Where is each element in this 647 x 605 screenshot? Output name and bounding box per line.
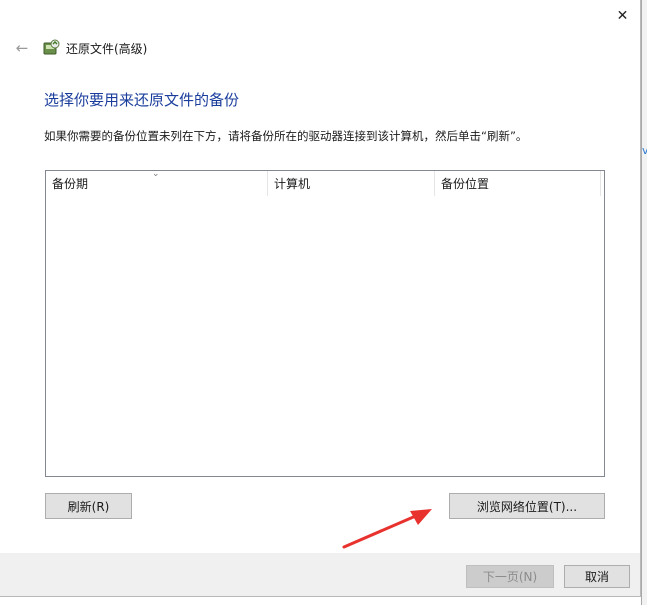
refresh-button[interactable]: 刷新(R) <box>45 493 132 519</box>
back-button[interactable]: ← <box>12 38 32 58</box>
background-window-border <box>641 0 642 605</box>
restore-files-dialog: ✕ ← 还原文件(高级) 选择你要用来还原文件的备份 如果你需要的备份位置未列在… <box>0 0 641 597</box>
next-page-button[interactable]: 下一页(N) <box>466 565 554 588</box>
background-window: v <box>641 0 647 605</box>
column-header-computer[interactable]: 计算机 <box>268 171 435 196</box>
column-header-label: 计算机 <box>274 177 311 191</box>
browse-network-location-button[interactable]: 浏览网络位置(T)... <box>449 493 605 519</box>
backup-list[interactable]: 备份期 ⌄ 计算机 备份位置 <box>45 169 605 477</box>
column-header-backup-period[interactable]: 备份期 ⌄ <box>46 169 268 196</box>
cancel-button[interactable]: 取消 <box>564 565 630 588</box>
dialog-footer: 下一页(N) 取消 <box>0 553 640 596</box>
page-heading: 选择你要用来还原文件的备份 <box>44 91 240 109</box>
column-header-backup-location[interactable]: 备份位置 <box>435 171 601 196</box>
annotation-arrow-icon <box>342 509 432 549</box>
sort-indicator-icon: ⌄ <box>152 169 160 179</box>
backup-list-header: 备份期 ⌄ 计算机 备份位置 <box>46 169 601 196</box>
back-arrow-icon: ← <box>15 39 29 57</box>
column-header-label: 备份位置 <box>441 177 490 191</box>
close-button[interactable]: ✕ <box>604 0 641 32</box>
background-window-text: v <box>642 144 647 157</box>
dialog-header: ← 还原文件(高级) <box>12 38 148 58</box>
dialog-title: 还原文件(高级) <box>66 41 148 56</box>
instruction-text: 如果你需要的备份位置未列在下方，请将备份所在的驱动器连接到该计算机，然后单击“刷… <box>44 129 528 143</box>
backup-restore-icon <box>43 39 60 55</box>
column-header-label: 备份期 <box>52 177 89 191</box>
close-icon: ✕ <box>616 8 629 24</box>
screen: v ✕ ← 还原文件(高级) 选择你要用来还原文件的备份 如果你需要的备份位置未… <box>0 0 647 605</box>
